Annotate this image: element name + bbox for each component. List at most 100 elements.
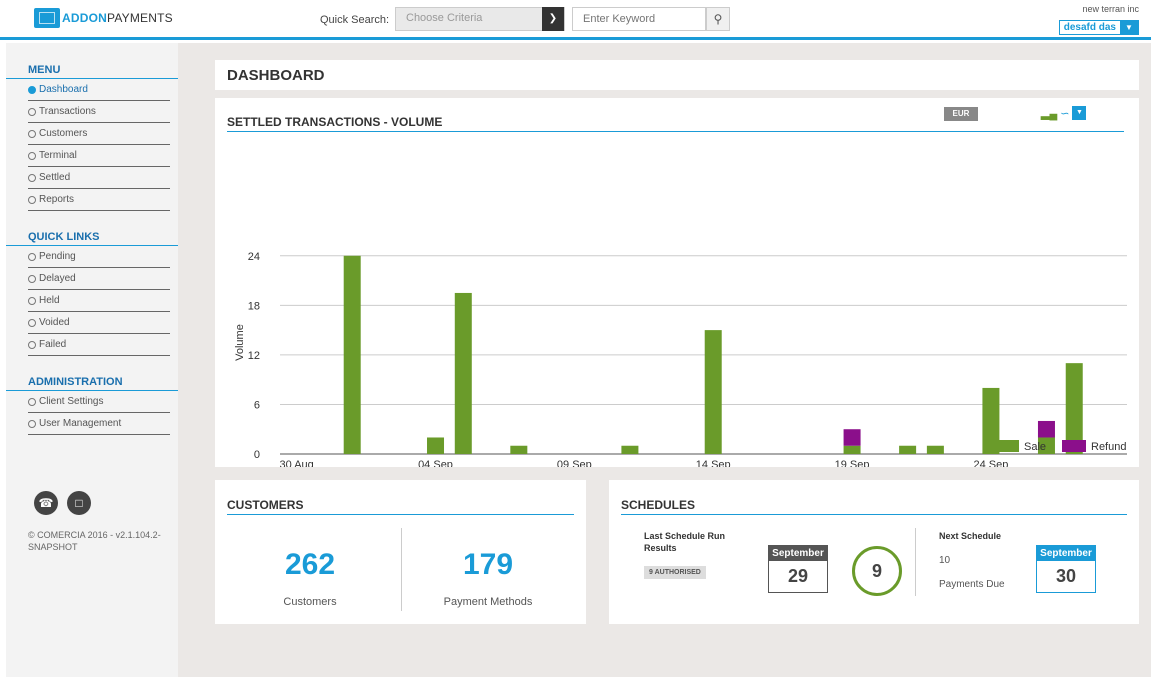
radio-dot-icon — [28, 195, 36, 204]
page-title: DASHBOARD — [227, 67, 325, 84]
legend-label: Sale — [1024, 441, 1046, 453]
customers-title: CUSTOMERS — [227, 498, 574, 515]
top-bar: ADDONPAYMENTS Quick Search: Choose Crite… — [0, 0, 1151, 40]
divider — [915, 528, 916, 596]
calendar-day: 30 — [1055, 566, 1077, 586]
chevron-down-icon[interactable]: ❯ — [542, 7, 564, 31]
calendar-month: September — [1037, 546, 1095, 561]
bar-refund — [843, 429, 861, 446]
y-tick-label: 24 — [248, 251, 260, 263]
x-tick-label: 24 Sep — [973, 459, 1008, 467]
y-axis-label: Volume — [234, 324, 246, 361]
bar-sale — [510, 445, 528, 454]
company-name: new terran inc — [1082, 4, 1139, 14]
x-tick-label: 09 Sep — [557, 459, 592, 467]
sidebar-item-label: Pending — [39, 251, 76, 262]
bar-sale — [621, 445, 639, 454]
copyright: © COMERCIA 2016 - v2.1.104.2-SNAPSHOT — [28, 530, 161, 552]
sidebar-item-failed[interactable]: Failed — [28, 334, 170, 356]
sidebar-item-label: Settled — [39, 172, 71, 183]
sidebar-item-label: Dashboard — [39, 84, 88, 95]
chat-icon[interactable]: □ — [67, 491, 91, 515]
y-tick-label: 0 — [254, 449, 260, 461]
user-menu-button[interactable]: desafd das ▼ — [1058, 20, 1139, 35]
bar-sale — [926, 445, 944, 454]
last-run-calendar[interactable]: September 29 — [768, 545, 828, 593]
sidebar-item-delayed[interactable]: Delayed — [28, 268, 170, 290]
y-tick-label: 18 — [248, 300, 260, 312]
sidebar-item-label: Client Settings — [39, 396, 104, 407]
radio-dot-icon — [28, 151, 36, 160]
sidebar-item-label: User Management — [39, 418, 122, 429]
sidebar-item-settled[interactable]: Settled — [28, 167, 170, 189]
radio-dot-icon — [28, 419, 36, 428]
administration-heading: ADMINISTRATION — [6, 376, 178, 391]
sidebar-item-transactions[interactable]: Transactions — [28, 101, 170, 123]
radio-dot-icon — [28, 173, 36, 182]
sidebar-item-label: Transactions — [39, 106, 96, 117]
sidebar-item-label: Customers — [39, 128, 88, 139]
sidebar-item-label: Reports — [39, 194, 75, 205]
criteria-select[interactable]: Choose Criteria ❯ — [395, 7, 565, 31]
bar-sale — [343, 255, 361, 454]
sidebar-item-customers[interactable]: Customers — [28, 123, 170, 145]
quick-search-label: Quick Search: — [320, 14, 390, 26]
next-schedule-label: Next Schedule — [939, 531, 1002, 541]
payment-methods-stat[interactable]: 179 Payment Methods — [398, 548, 578, 608]
logo[interactable]: ADDONPAYMENTS — [34, 7, 173, 29]
logo-text: ADDONPAYMENTS — [62, 11, 173, 25]
sidebar-item-terminal[interactable]: Terminal — [28, 145, 170, 167]
calendar-day: 29 — [787, 566, 809, 586]
bar-sale — [704, 330, 722, 454]
dashboard-header-panel: DASHBOARD — [215, 60, 1139, 90]
schedules-panel: SCHEDULES Last Schedule Run Results 9 AU… — [609, 480, 1139, 624]
criteria-placeholder: Choose Criteria — [406, 12, 483, 24]
authorised-badge: 9 AUTHORISED — [644, 566, 706, 579]
sidebar-item-label: Held — [39, 295, 60, 306]
sidebar: MENU Dashboard Transactions Customers Te… — [6, 43, 178, 677]
sidebar-item-held[interactable]: Held — [28, 290, 170, 312]
sidebar-item-reports[interactable]: Reports — [28, 189, 170, 211]
radio-dot-icon — [28, 397, 36, 406]
radio-dot-icon — [28, 274, 36, 283]
radio-dot-icon — [28, 129, 36, 138]
phone-icon[interactable]: ☎ — [34, 491, 58, 515]
bar-sale — [843, 445, 861, 454]
x-tick-label: 04 Sep — [418, 459, 453, 467]
sidebar-item-label: Delayed — [39, 273, 76, 284]
sidebar-item-label: Voided — [39, 317, 70, 328]
customers-label: Customers — [283, 596, 337, 608]
x-tick-label: 14 Sep — [696, 459, 731, 467]
keyword-input[interactable] — [572, 7, 706, 31]
sidebar-item-client-settings[interactable]: Client Settings — [28, 391, 170, 413]
next-count: 10 — [939, 555, 951, 566]
next-schedule-calendar[interactable]: September 30 — [1036, 545, 1096, 593]
menu-heading: MENU — [6, 64, 178, 79]
legend-label: Refund — [1091, 441, 1126, 453]
sidebar-item-dashboard[interactable]: Dashboard — [28, 79, 170, 101]
payment-methods-label: Payment Methods — [443, 596, 533, 608]
chart-panel: SETTLED TRANSACTIONS - VOLUME EUR ▂▄ ∽ ▼… — [215, 98, 1139, 467]
sidebar-item-voided[interactable]: Voided — [28, 312, 170, 334]
search-icon[interactable]: ⚲ — [706, 7, 730, 31]
sidebar-item-label: Failed — [39, 339, 67, 350]
logo-cube-icon — [34, 8, 60, 28]
bar-sale — [899, 445, 917, 454]
y-tick-label: 6 — [254, 399, 260, 411]
payment-methods-count: 179 — [462, 548, 514, 581]
sidebar-item-user-management[interactable]: User Management — [28, 413, 170, 435]
bar-sale — [427, 437, 445, 454]
calendar-month: September — [769, 546, 827, 561]
sidebar-item-pending[interactable]: Pending — [28, 246, 170, 268]
customers-panel: CUSTOMERS 262 Customers 179 Payment Meth… — [215, 480, 586, 624]
volume-chart: 0 6 12 18 24 30 Aug 04 Sep 09 Sep 14 Sep 19 Sep 24… — [234, 251, 1127, 467]
radio-dot-icon — [28, 107, 36, 116]
radio-dot-icon — [28, 296, 36, 305]
schedules-title: SCHEDULES — [621, 498, 1127, 515]
quick-links-heading: QUICK LINKS — [6, 231, 178, 246]
customers-stat[interactable]: 262 Customers — [220, 548, 400, 608]
schedule-count-circle: 9 — [852, 546, 902, 596]
x-tick-label: 30 Aug — [280, 459, 314, 467]
user-name: desafd das — [1063, 22, 1116, 33]
caret-down-icon: ▼ — [1120, 21, 1138, 34]
